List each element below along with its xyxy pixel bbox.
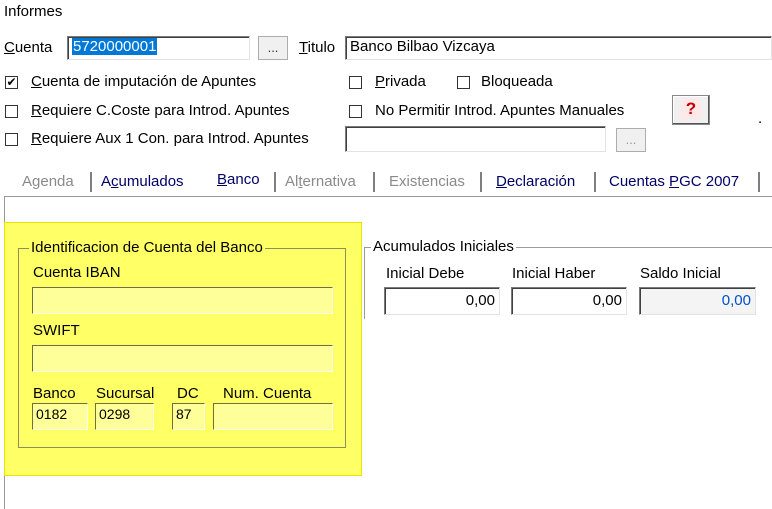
- tab-separator: [274, 172, 277, 192]
- tab-cuentas-pgc[interactable]: Cuentas PGC 2007: [609, 172, 739, 192]
- bloqueada-label: Bloqueada: [481, 73, 553, 90]
- iban-label: Cuenta IBAN: [33, 264, 121, 281]
- aux1-checkbox[interactable]: [5, 133, 18, 146]
- cuenta-input[interactable]: 5720000001: [67, 36, 250, 60]
- no-manuales-checkbox[interactable]: [349, 105, 362, 118]
- bloqueada-checkbox[interactable]: [457, 76, 470, 89]
- inicial-haber-input[interactable]: 0,00: [511, 287, 627, 315]
- tab-agenda[interactable]: Agenda: [22, 172, 74, 192]
- window-title: Informes: [4, 3, 63, 20]
- titulo-input[interactable]: Banco Bilbao Vizcaya: [345, 36, 772, 60]
- dc-input[interactable]: 87: [172, 403, 205, 430]
- sucursal-label: Sucursal: [96, 385, 155, 402]
- status-dot: .: [758, 110, 763, 127]
- tab-alternativa[interactable]: Alternativa: [285, 172, 356, 192]
- aux1-label: Requiere Aux 1 Con. para Introd. Apuntes: [31, 130, 309, 147]
- question-icon: ?: [681, 99, 701, 119]
- swift-input[interactable]: [32, 345, 333, 372]
- privada-label: Privada: [375, 73, 426, 90]
- saldo-label: Saldo Inicial: [640, 265, 721, 282]
- bank-group-title: Identificacion de Cuenta del Banco: [29, 239, 265, 256]
- num-cuenta-label: Num. Cuenta: [223, 385, 312, 402]
- iban-input[interactable]: [32, 287, 333, 314]
- tab-acumulados[interactable]: Acumulados: [101, 172, 184, 192]
- banco-input[interactable]: 0182: [32, 403, 88, 430]
- inicial-debe-input[interactable]: 0,00: [384, 287, 500, 315]
- saldo-inicial-input: 0,00: [639, 287, 756, 315]
- ccoste-label: Requiere C.Coste para Introd. Apuntes: [31, 102, 290, 119]
- imputacion-checkbox[interactable]: ✔: [5, 76, 18, 89]
- tab-banco[interactable]: Banco: [217, 170, 260, 190]
- tab-separator: [594, 172, 597, 192]
- haber-label: Inicial Haber: [512, 265, 596, 282]
- help-button[interactable]: ?: [672, 95, 710, 125]
- privada-checkbox[interactable]: [349, 76, 362, 89]
- cuenta-browse-button[interactable]: ...: [258, 36, 288, 60]
- no-manuales-label: No Permitir Introd. Apuntes Manuales: [375, 102, 625, 119]
- tab-separator: [373, 172, 376, 192]
- titulo-label: Titulo: [299, 39, 336, 56]
- aux1-input[interactable]: [345, 126, 606, 152]
- num-cuenta-input[interactable]: [213, 403, 333, 430]
- tab-separator: [480, 172, 483, 192]
- imputacion-label: Cuenta de imputación de Apuntes: [31, 73, 257, 90]
- swift-label: SWIFT: [33, 322, 80, 339]
- tab-existencias[interactable]: Existencias: [389, 172, 465, 192]
- tab-separator: [90, 172, 93, 192]
- banco-label: Banco: [33, 385, 76, 402]
- sucursal-input[interactable]: 0298: [95, 403, 154, 430]
- cuenta-label: Cuenta: [4, 39, 53, 56]
- tab-declaracion[interactable]: Declaración: [496, 172, 575, 192]
- aux1-browse-button[interactable]: ...: [616, 128, 646, 152]
- tab-separator: [758, 172, 761, 192]
- dc-label: DC: [177, 385, 199, 402]
- debe-label: Inicial Debe: [386, 265, 465, 282]
- ccoste-checkbox[interactable]: [5, 105, 18, 118]
- acumulados-group-title: Acumulados Iniciales: [371, 238, 516, 255]
